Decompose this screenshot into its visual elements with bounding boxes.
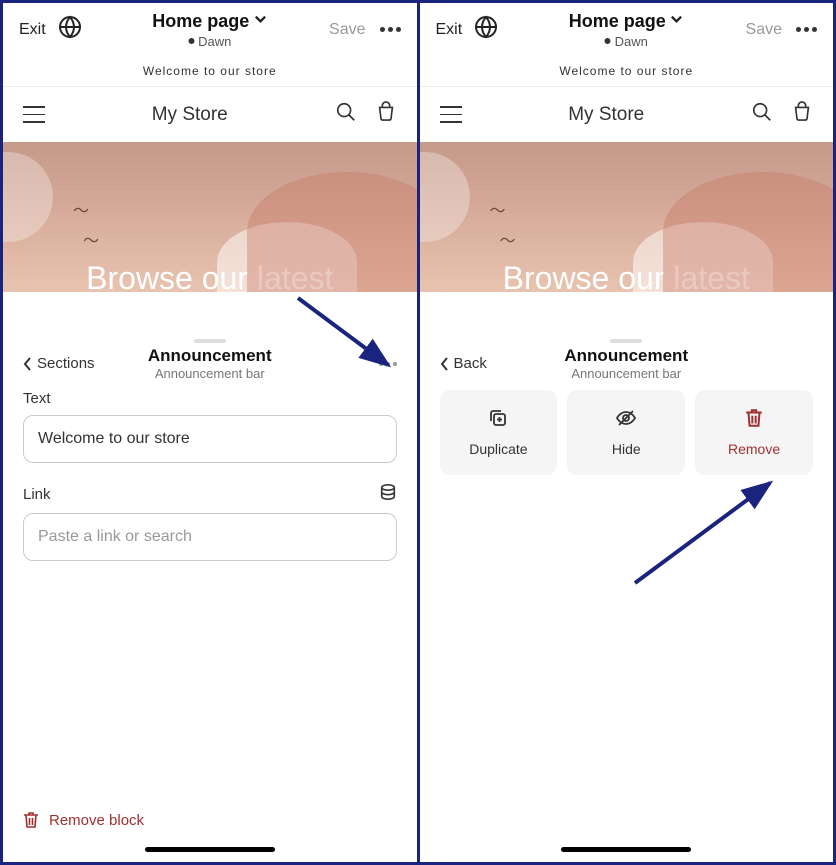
back-label: Sections (37, 355, 95, 372)
sheet-title-group: Announcement Announcement bar (148, 346, 272, 381)
search-icon[interactable] (335, 101, 357, 128)
announcement-bar-preview: Welcome to our store (3, 56, 417, 86)
exit-button[interactable]: Exit (19, 21, 46, 39)
duplicate-button[interactable]: Duplicate (440, 390, 558, 475)
sheet-title: Announcement (148, 346, 272, 366)
cart-icon[interactable] (791, 101, 813, 128)
more-menu-icon[interactable] (796, 27, 817, 32)
home-indicator (561, 847, 691, 852)
bird-decoration: 〜 (500, 227, 516, 251)
remove-button[interactable]: Remove (695, 390, 813, 475)
page-selector[interactable]: Home page Dawn (152, 11, 267, 49)
link-input[interactable] (23, 513, 397, 561)
store-header: My Store (3, 86, 417, 142)
page-title: Home page (152, 11, 249, 32)
left-screenshot: Exit Home page Dawn Save Welcome to our … (3, 3, 420, 862)
theme-indicator: Dawn (569, 34, 684, 49)
back-label: Back (454, 355, 487, 372)
dynamic-source-icon[interactable] (379, 483, 397, 505)
hero-text: Browse our latest (86, 260, 333, 292)
right-screenshot: Exit Home page Dawn Save Welcome to our … (420, 3, 834, 862)
hamburger-icon[interactable] (23, 106, 45, 123)
back-button[interactable]: Back (440, 355, 487, 372)
exit-button[interactable]: Exit (436, 21, 463, 39)
globe-icon[interactable] (58, 15, 82, 44)
link-field-label: Link (23, 483, 397, 505)
sheet-title-group: Announcement Announcement bar (564, 346, 688, 381)
hide-button[interactable]: Hide (567, 390, 685, 475)
block-more-icon[interactable] (379, 362, 397, 366)
chevron-down-icon (253, 12, 267, 31)
back-button[interactable]: Sections (23, 355, 95, 372)
page-title: Home page (569, 11, 666, 32)
globe-icon[interactable] (474, 15, 498, 44)
page-selector[interactable]: Home page Dawn (569, 11, 684, 49)
editor-topbar: Exit Home page Dawn Save (420, 3, 834, 56)
hero-preview: 〜 〜 Browse our latest (3, 142, 417, 292)
sheet-handle[interactable] (610, 339, 642, 343)
sheet-subtitle: Announcement bar (148, 366, 272, 381)
announcement-bar-preview: Welcome to our store (420, 56, 834, 86)
store-name: My Store (45, 104, 335, 126)
more-menu-icon[interactable] (380, 27, 401, 32)
search-icon[interactable] (751, 101, 773, 128)
block-actions: Duplicate Hide Remove (440, 390, 814, 475)
store-header: My Store (420, 86, 834, 142)
store-name: My Store (462, 104, 752, 126)
cart-icon[interactable] (375, 101, 397, 128)
theme-indicator: Dawn (152, 34, 267, 49)
bird-decoration: 〜 (490, 197, 506, 221)
save-button[interactable]: Save (746, 21, 782, 39)
editor-sheet: Sections Announcement Announcement bar T… (3, 323, 417, 862)
announcement-text-input[interactable] (23, 415, 397, 463)
sheet-subtitle: Announcement bar (564, 366, 688, 381)
bird-decoration: 〜 (83, 227, 99, 251)
sheet-handle[interactable] (194, 339, 226, 343)
editor-sheet: Back Announcement Announcement bar Dupli… (420, 323, 834, 862)
save-button[interactable]: Save (329, 21, 365, 39)
text-field-label: Text (23, 390, 397, 407)
chevron-down-icon (670, 12, 684, 31)
editor-topbar: Exit Home page Dawn Save (3, 3, 417, 56)
hamburger-icon[interactable] (440, 106, 462, 123)
hero-text: Browse our latest (503, 260, 750, 292)
sheet-title: Announcement (564, 346, 688, 366)
bird-decoration: 〜 (73, 197, 89, 221)
remove-block-button[interactable]: Remove block (23, 793, 397, 839)
hero-preview: 〜 〜 Browse our latest (420, 142, 834, 292)
home-indicator (145, 847, 275, 852)
